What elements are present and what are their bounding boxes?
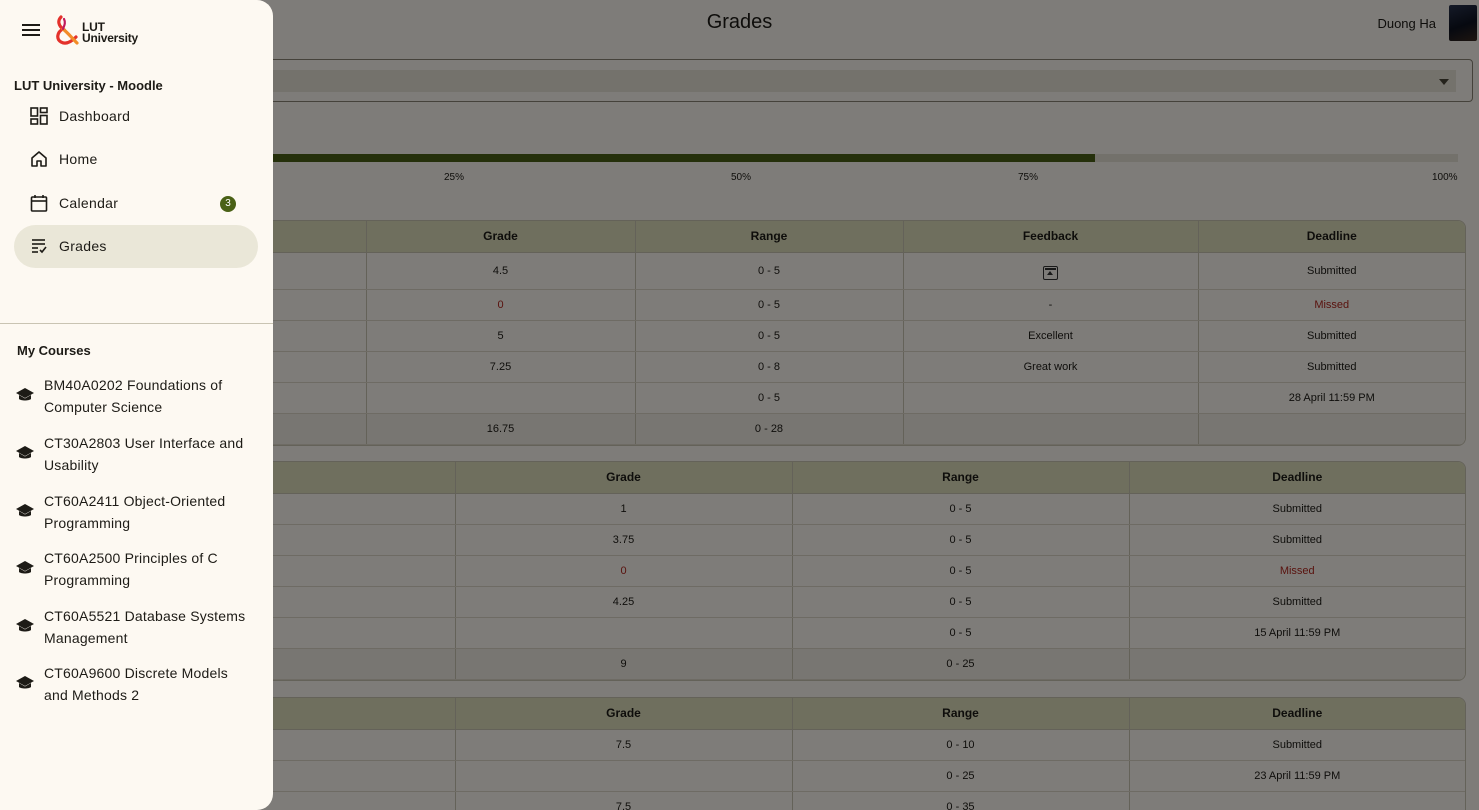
lut-university-logo[interactable]: LUT University (54, 15, 144, 47)
home-icon (31, 151, 47, 167)
school-icon (16, 504, 34, 517)
school-icon (16, 446, 34, 459)
nav-item-home[interactable]: Home (14, 138, 258, 181)
course-name: CT60A2411 Object-Oriented Programming (44, 493, 226, 531)
calendar-badge: 3 (220, 196, 236, 212)
my-courses-title: My Courses (17, 343, 91, 358)
course-item[interactable]: CT60A2411 Object-Oriented Programming (0, 487, 273, 539)
course-name: CT60A5521 Database Systems Management (44, 608, 246, 646)
nav-item-label: Dashboard (59, 108, 131, 124)
course-item[interactable]: BM40A0202 Foundations of Computer Scienc… (0, 371, 273, 423)
course-item[interactable]: CT60A2500 Principles of C Programming (0, 544, 273, 596)
school-icon (16, 388, 34, 401)
site-title: LUT University - Moodle (14, 78, 163, 93)
school-icon (16, 619, 34, 632)
course-name: CT60A9600 Discrete Models and Methods 2 (44, 665, 228, 703)
course-name: CT30A2803 User Interface and Usability (44, 435, 244, 473)
nav-item-label: Home (59, 151, 98, 167)
drawer-divider (0, 323, 273, 324)
calendar-icon (30, 195, 48, 212)
course-item[interactable]: CT30A2803 User Interface and Usability (0, 429, 273, 481)
menu-icon[interactable] (22, 24, 40, 37)
nav-item-label: Calendar (59, 195, 119, 211)
lut-logo-mark-icon (56, 15, 79, 45)
course-item[interactable]: CT60A5521 Database Systems Management (0, 602, 273, 654)
dashboard-icon (30, 107, 48, 125)
navigation-drawer: LUT University LUT University - Moodle D… (0, 0, 273, 810)
school-icon (16, 676, 34, 689)
nav-item-label: Grades (59, 238, 107, 254)
logo-text-line2: University (82, 31, 139, 45)
school-icon (16, 561, 34, 574)
nav-item-grades[interactable]: Grades (14, 225, 258, 268)
course-item[interactable]: CT60A9600 Discrete Models and Methods 2 (0, 659, 273, 711)
grades-icon (32, 239, 47, 254)
course-name: CT60A2500 Principles of C Programming (44, 550, 218, 588)
nav-item-calendar[interactable]: Calendar 3 (14, 182, 258, 225)
nav-item-dashboard[interactable]: Dashboard (14, 95, 258, 138)
course-name: BM40A0202 Foundations of Computer Scienc… (44, 377, 223, 415)
